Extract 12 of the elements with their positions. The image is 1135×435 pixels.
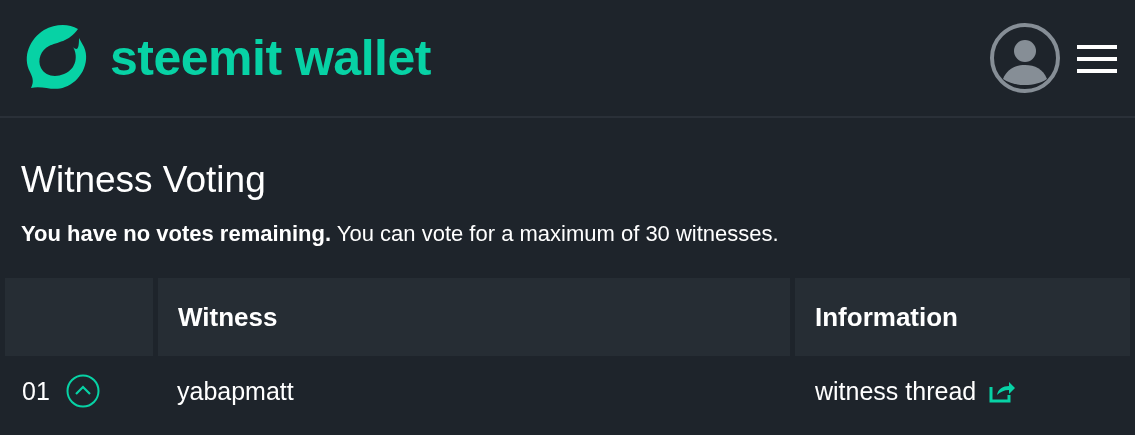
witness-link[interactable]: yabapmatt	[177, 376, 294, 406]
column-header: Witness	[158, 278, 790, 356]
column-header: Information	[795, 278, 1130, 356]
share-icon[interactable]	[988, 379, 1017, 403]
menu-icon[interactable]	[1077, 42, 1117, 74]
rank-number: 01	[22, 376, 50, 406]
votes-notice: You have no votes remaining. You can vote for a maximum of 30 witnesses.	[21, 220, 780, 248]
page-title: Witness Voting	[21, 158, 267, 202]
witness-thread-link[interactable]: witness thread	[815, 376, 977, 406]
upvote-icon[interactable]	[65, 374, 100, 408]
user-avatar-icon[interactable]	[989, 22, 1061, 94]
brand-name[interactable]: steemit wallet	[110, 29, 431, 87]
